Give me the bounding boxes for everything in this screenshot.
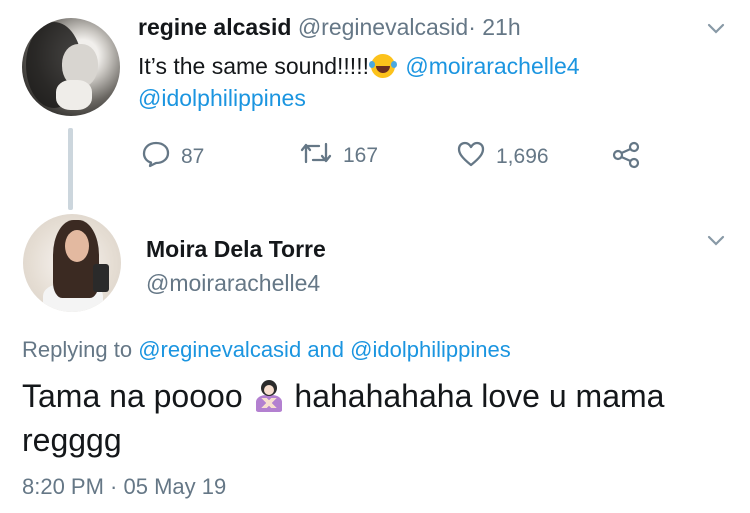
tweet2-body-part1: Tama na poooo (22, 378, 243, 414)
retweet-icon (299, 140, 333, 172)
mention-reginevalcasid[interactable]: @reginevalcasid (138, 337, 301, 362)
reply-button[interactable]: 87 (141, 140, 204, 174)
tweet2-timestamp[interactable]: 8:20 PM · 05 May 19 (22, 474, 226, 500)
reply-icon (141, 140, 171, 174)
share-button[interactable] (611, 140, 641, 176)
author-handle[interactable]: @reginevalcasid (298, 14, 468, 40)
chevron-down-icon[interactable] (706, 18, 726, 44)
tweet-time[interactable]: · 21h (468, 14, 520, 40)
tweet2-author-handle[interactable]: @moirarachelle4 (146, 270, 320, 297)
retweet-button[interactable]: 167 (299, 140, 378, 172)
person-gesturing-no-icon (254, 380, 284, 412)
tweet2-body-part3: regggg (22, 422, 122, 458)
mention-idolphilippines[interactable]: @idolphilippines (350, 337, 511, 362)
face-with-tears-of-joy-icon (368, 54, 397, 78)
share-icon (611, 140, 641, 176)
mention-moirarachelle4[interactable]: @moirarachelle4 (405, 53, 579, 79)
tweet1-author[interactable]: regine alcasid @reginevalcasid· 21h (138, 14, 521, 41)
tweet1-text: It’s the same sound!!!!! @moirarachelle4… (138, 50, 580, 114)
tweet2-text: Tama na poooo hahahahaha love u mama reg… (22, 374, 722, 462)
chevron-down-icon[interactable] (706, 230, 726, 256)
avatar-moira[interactable] (23, 214, 121, 312)
replying-to-line: Replying to @reginevalcasid and @idolphi… (22, 337, 511, 363)
heart-icon (456, 140, 486, 174)
tweet-actions-bar: 87 167 1,696 (141, 140, 661, 172)
tweet1-body: It’s the same sound!!!!! (138, 53, 369, 79)
replying-prefix: Replying to (22, 337, 133, 362)
like-button[interactable]: 1,696 (456, 140, 549, 174)
reply-count: 87 (181, 145, 205, 168)
mention-idolphilippines[interactable]: @idolphilippines (138, 85, 306, 111)
author-name[interactable]: regine alcasid (138, 14, 291, 40)
retweet-count: 167 (343, 144, 379, 167)
tweet2-author-name[interactable]: Moira Dela Torre (146, 236, 326, 263)
replying-and: and (307, 337, 345, 362)
avatar-regine[interactable] (22, 18, 120, 116)
thread-connector-line (68, 128, 73, 210)
tweet2-body-part2: hahahahaha love u mama (294, 378, 665, 414)
like-count: 1,696 (496, 145, 549, 168)
